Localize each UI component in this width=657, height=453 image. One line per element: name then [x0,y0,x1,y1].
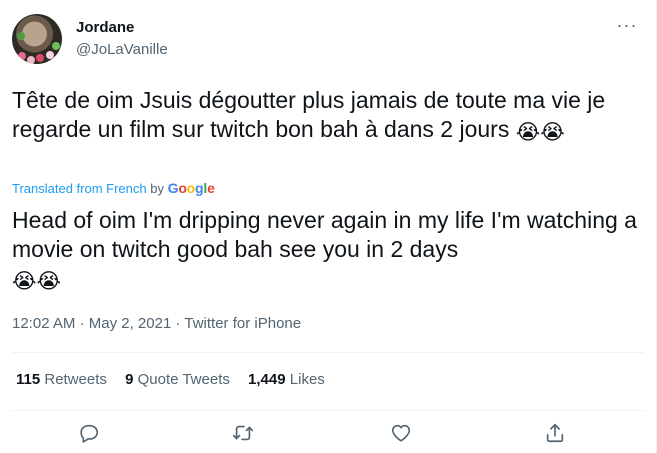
user-handle[interactable]: @JoLaVanille [76,40,168,60]
google-logo: Google [167,180,215,196]
user-info: Jordane @JoLaVanille [76,18,168,60]
likes-stat[interactable]: 1,449 Likes [248,370,325,390]
quote-tweets-stat[interactable]: 9 Quote Tweets [125,370,230,390]
like-icon [391,424,411,442]
crying-emoji-icon: 😭😭 [515,121,565,144]
share-button[interactable] [538,420,572,453]
tweet-time[interactable]: 12:02 AM [12,315,75,332]
retweet-icon [232,425,254,441]
reply-icon [80,424,99,443]
translated-by: by [150,181,164,196]
tweet-actions [0,420,656,450]
quotes-count: 9 [125,371,134,388]
avatar[interactable] [12,14,62,64]
divider [12,352,644,353]
tweet-date[interactable]: May 2, 2021 [89,315,172,332]
likes-label: Likes [289,371,325,388]
share-icon [546,423,564,443]
tweet-source[interactable]: Twitter for iPhone [184,315,301,332]
tweet-translated-text: Head of oim I'm dripping never again in … [12,206,637,293]
tweet-header: Jordane @JoLaVanille ··· [12,14,644,66]
translated-label: Translated from French [12,181,147,196]
meta-separator: · [175,315,181,332]
retweets-label: Retweets [44,371,107,388]
crying-emoji-icon: 😭😭 [12,270,62,293]
quotes-label: Quote Tweets [137,371,230,388]
divider [12,410,644,411]
tweet-original-text: Tête de oim Jsuis dégoutter plus jamais … [12,86,637,144]
retweets-stat[interactable]: 115 Retweets [16,370,107,390]
tweet-stats: 115 Retweets 9 Quote Tweets 1,449 Likes [16,370,339,390]
display-name[interactable]: Jordane [76,18,168,38]
reply-button[interactable] [72,420,106,453]
retweet-button[interactable] [226,420,260,453]
likes-count: 1,449 [248,371,286,388]
tweet-meta: 12:02 AM · May 2, 2021 · Twitter for iPh… [12,314,301,334]
more-options-icon[interactable]: ··· [610,16,644,38]
translated-text: Head of oim I'm dripping never again in … [12,207,637,262]
meta-separator: · [79,315,85,332]
tweet-detail: Jordane @JoLaVanille ··· Tête de oim Jsu… [0,0,657,453]
translated-from-link[interactable]: Translated from French by Google [12,180,215,197]
retweets-count: 115 [16,371,41,388]
like-button[interactable] [384,420,418,453]
